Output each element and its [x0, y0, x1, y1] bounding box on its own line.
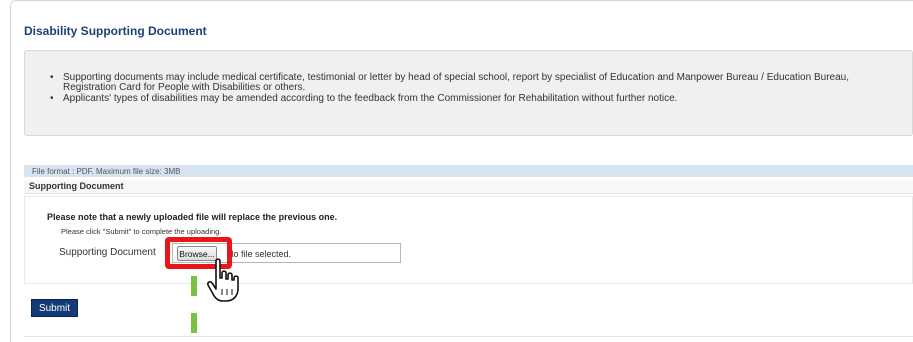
submit-instruction: Please click "Submit" to complete the up… [61, 227, 222, 236]
notes-list: Supporting documents may include medical… [50, 73, 905, 105]
submit-button[interactable]: Submit [31, 299, 78, 317]
guide-dash [191, 276, 197, 296]
replace-warning: Please note that a newly uploaded file w… [47, 212, 338, 222]
divider [24, 336, 913, 337]
notes-box: Supporting documents may include medical… [24, 50, 913, 136]
format-hint: File format : PDF. Maximum file size: 3M… [32, 167, 181, 176]
hand-pointer-icon [207, 258, 239, 302]
note-item: Supporting documents may include medical… [50, 73, 905, 93]
section-title: Disability Supporting Document [24, 24, 207, 38]
note-item: Applicants' types of disabilities may be… [50, 94, 905, 105]
upload-section-header [24, 180, 913, 194]
upload-section-label: Supporting Document [29, 181, 124, 191]
file-field-label: Supporting Document [59, 247, 156, 258]
guide-dash [191, 313, 197, 333]
upload-form [24, 196, 913, 284]
